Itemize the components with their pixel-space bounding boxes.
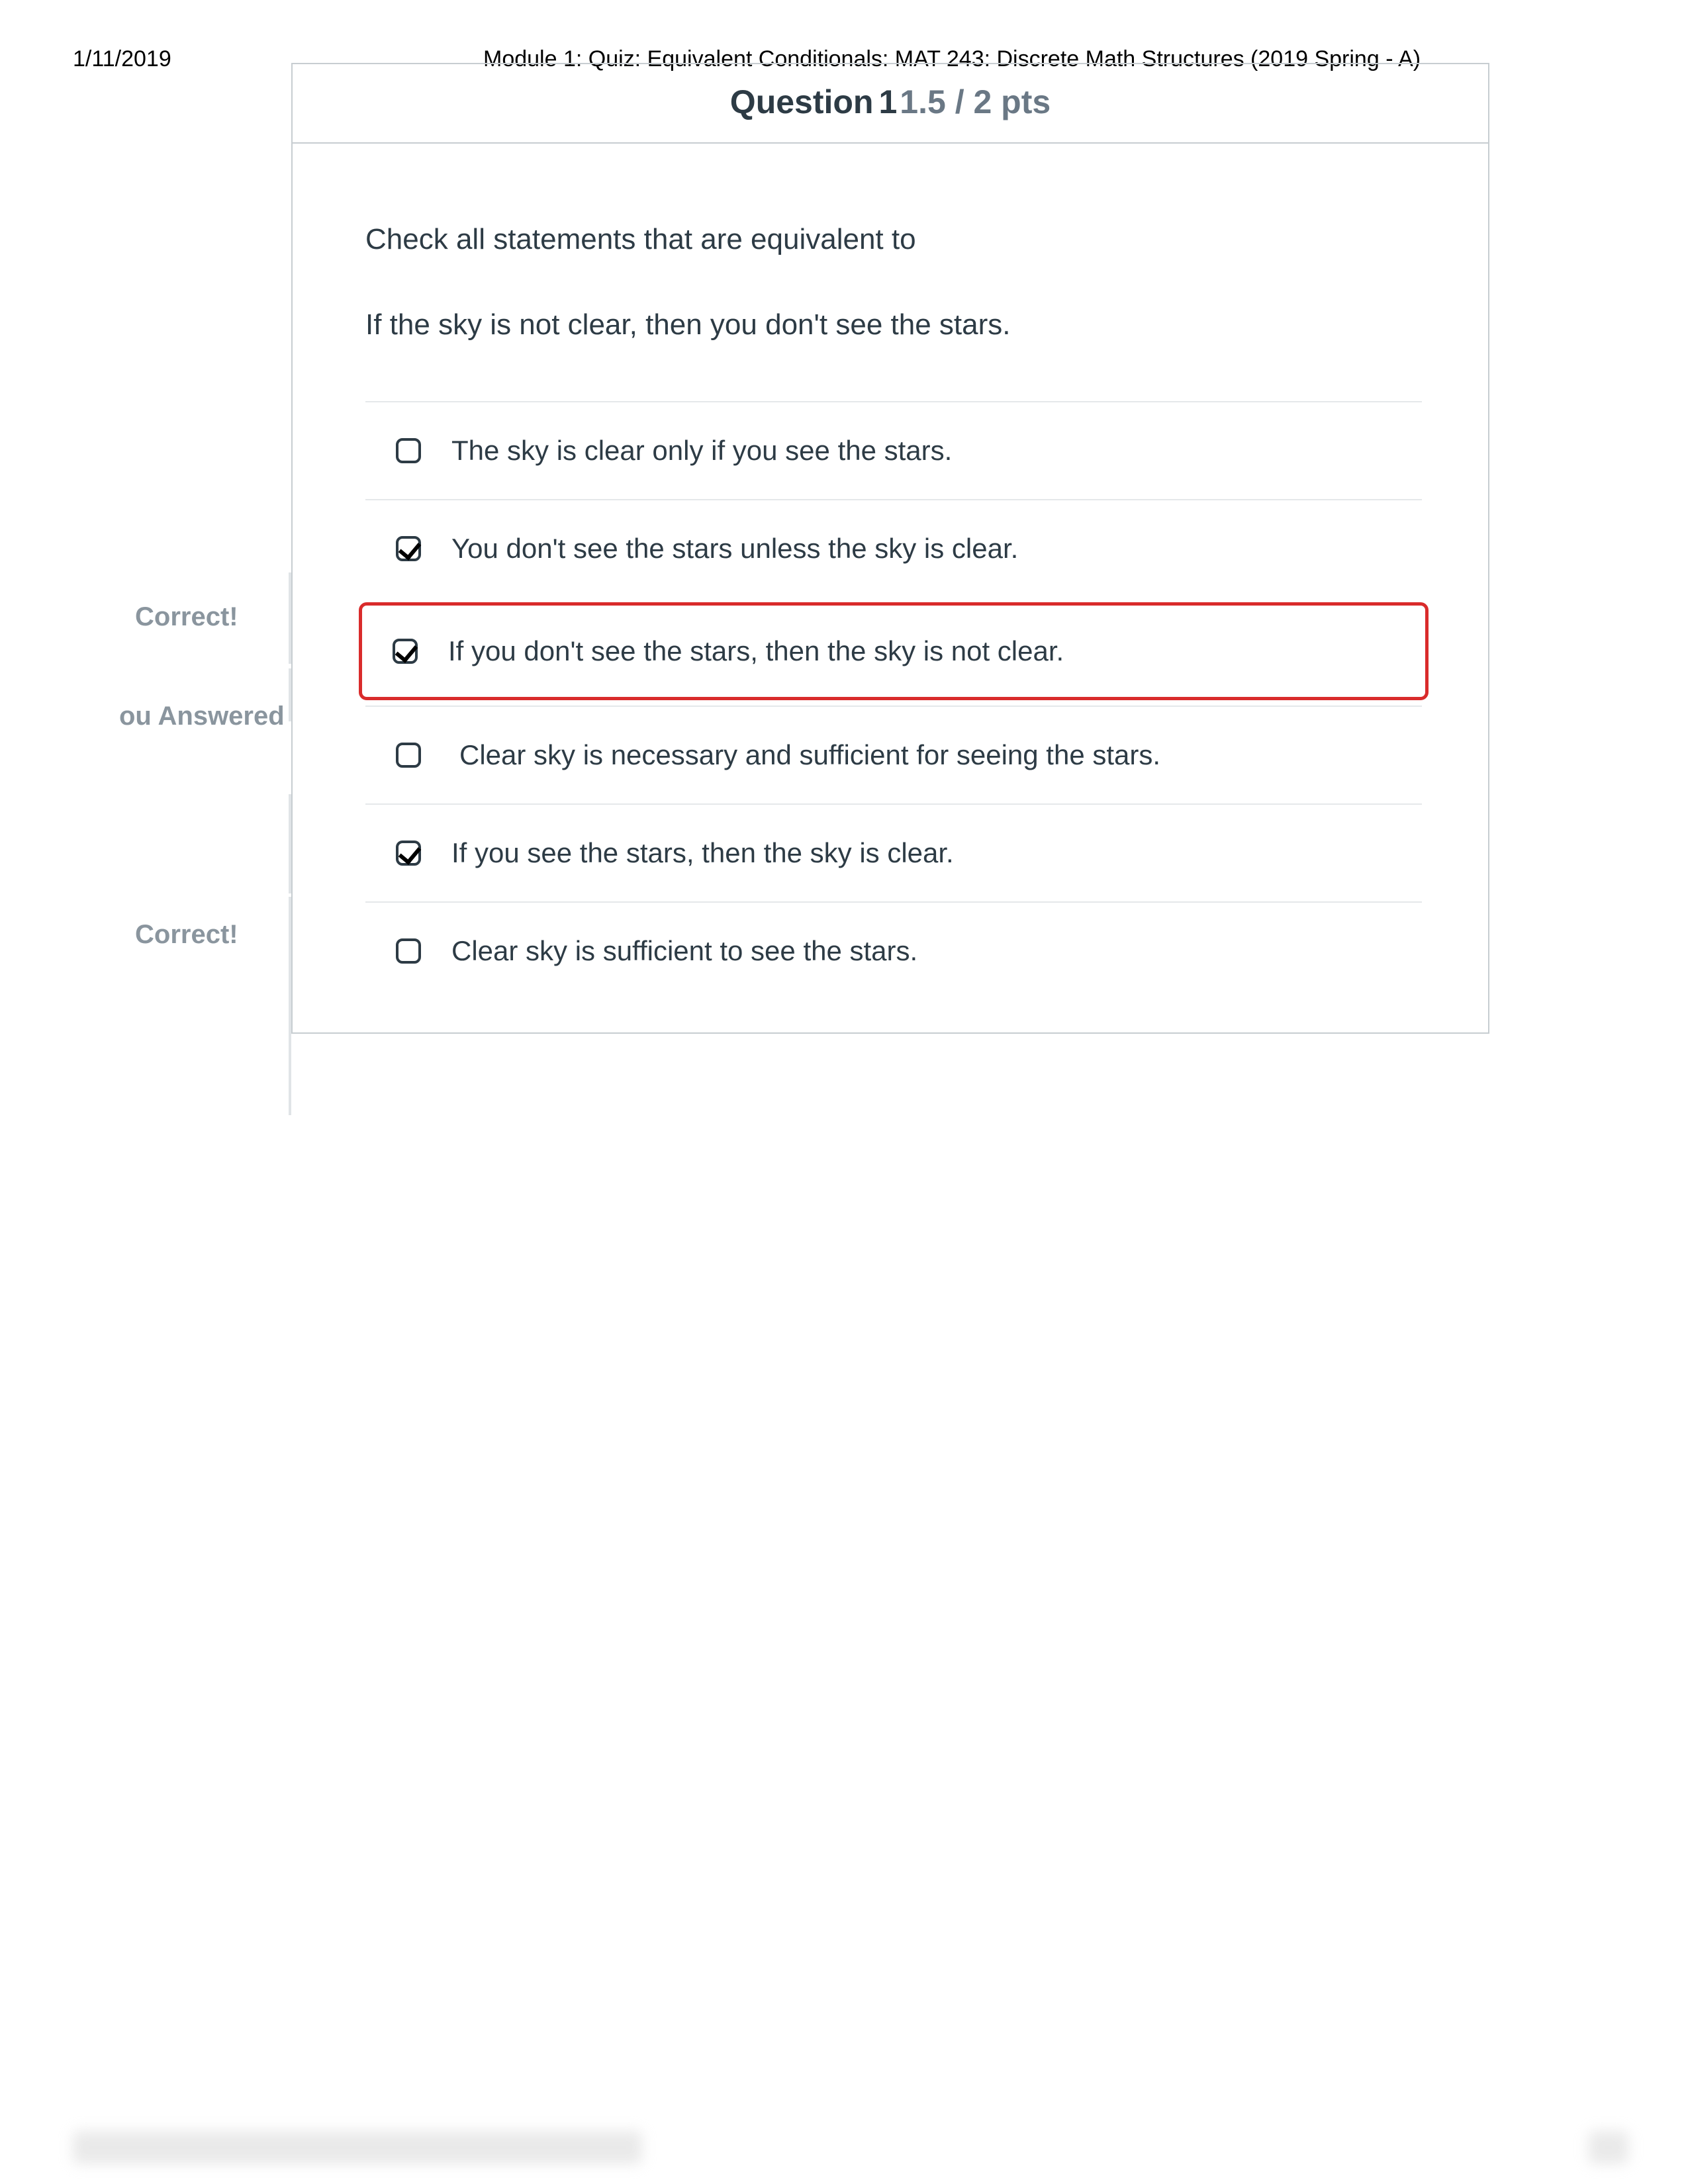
checkbox-wrap xyxy=(362,639,448,664)
prompt-line-1: Check all statements that are equivalent… xyxy=(365,220,1422,259)
checkbox-icon[interactable] xyxy=(396,938,421,964)
answer-row[interactable]: Clear sky is sufficient to see the stars… xyxy=(365,901,1422,999)
feedback-correct-label-2: Correct! xyxy=(135,920,238,950)
answer-text: If you see the stars, then the sky is cl… xyxy=(451,837,954,869)
checkbox-icon[interactable] xyxy=(396,743,421,768)
question-header: Question11.5 / 2 pts xyxy=(293,64,1488,144)
answer-text: You don't see the stars unless the sky i… xyxy=(451,533,1018,565)
checkbox-wrap xyxy=(365,438,451,463)
checkbox-wrap xyxy=(365,536,451,561)
question-points: 1.5 / 2 pts xyxy=(900,83,1051,120)
answer-text: Clear sky is sufficient to see the stars… xyxy=(451,935,917,967)
question-prompt: Check all statements that are equivalent… xyxy=(365,220,1422,345)
page: 1/11/2019 Module 1: Quiz: Equivalent Con… xyxy=(0,0,1688,2184)
question-body: Check all statements that are equivalent… xyxy=(293,144,1488,1032)
footer-blur-right xyxy=(1589,2131,1628,2164)
prompt-line-2: If the sky is not clear, then you don't … xyxy=(365,305,1422,344)
answer-text: The sky is clear only if you see the sta… xyxy=(451,435,952,467)
answer-row[interactable]: If you see the stars, then the sky is cl… xyxy=(365,803,1422,901)
checkbox-icon[interactable] xyxy=(396,438,421,463)
print-date: 1/11/2019 xyxy=(73,46,171,72)
feedback-you-answered-label: ou Answered xyxy=(119,702,285,731)
answer-text: Clear sky is necessary and sufficient fo… xyxy=(451,739,1160,771)
answer-row-incorrect[interactable]: If you don't see the stars, then the sky… xyxy=(359,602,1429,700)
answer-text: If you don't see the stars, then the sky… xyxy=(448,635,1064,667)
answer-row[interactable]: You don't see the stars unless the sky i… xyxy=(365,499,1422,597)
checkbox-wrap xyxy=(365,841,451,866)
footer-blur xyxy=(73,2131,642,2164)
checkbox-icon[interactable] xyxy=(396,536,421,561)
checkbox-icon[interactable] xyxy=(393,639,418,664)
question-label: Question xyxy=(730,83,874,120)
checkbox-wrap xyxy=(365,938,451,964)
checkbox-icon[interactable] xyxy=(396,841,421,866)
question-container: Question11.5 / 2 pts Check all statement… xyxy=(291,63,1489,1034)
feedback-correct-label: Correct! xyxy=(135,602,238,632)
answers-list: The sky is clear only if you see the sta… xyxy=(365,401,1422,999)
answer-row[interactable]: The sky is clear only if you see the sta… xyxy=(365,401,1422,499)
question-number: 1 xyxy=(878,83,897,120)
answer-row[interactable]: Clear sky is necessary and sufficient fo… xyxy=(365,705,1422,803)
checkbox-wrap xyxy=(365,743,451,768)
